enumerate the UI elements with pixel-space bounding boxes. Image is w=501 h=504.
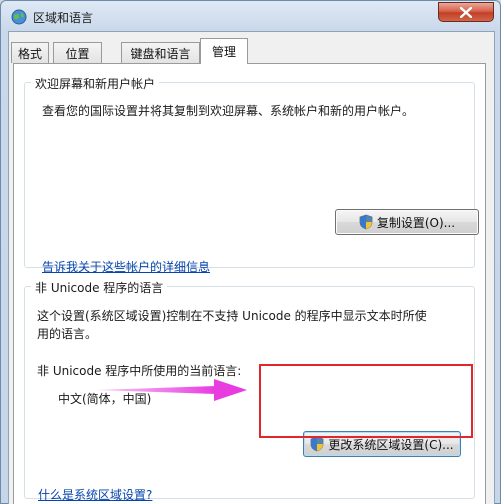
shield-icon (311, 436, 324, 452)
welcome-group: 欢迎屏幕和新用户帐户 查看您的国际设置并将其复制到欢迎屏幕、系统帐户和新的用户帐… (24, 75, 479, 274)
tab-administrative[interactable]: 管理 (200, 38, 248, 64)
welcome-description: 查看您的国际设置并将其复制到欢迎屏幕、系统帐户和新的用户帐户。 (42, 104, 415, 118)
tab-keyboard-language[interactable]: 键盘和语言 (121, 42, 200, 63)
non-unicode-description-line1: 这个设置(系统区域设置)控制在不支持 Unicode 的程序中显示文本时所使 (37, 309, 427, 323)
change-system-locale-label: 更改系统区域设置(C)... (328, 437, 454, 452)
magenta-arrow-annotation (96, 379, 247, 401)
copy-settings-label: 复制设置(O)... (376, 215, 456, 230)
title-bar[interactable]: 区域和语言 (1, 1, 501, 31)
non-unicode-group-legend: 非 Unicode 程序的语言 (31, 279, 168, 296)
copy-settings-button[interactable]: 复制设置(O)... (335, 209, 479, 235)
what-is-system-locale-link[interactable]: 什么是系统区域设置? (38, 486, 152, 503)
close-button[interactable] (438, 2, 494, 22)
tab-format[interactable]: 格式 (11, 42, 49, 63)
shield-icon (359, 214, 373, 230)
close-icon (460, 6, 472, 18)
globe-icon (11, 9, 27, 25)
tab-location[interactable]: 位置 (53, 42, 102, 63)
non-unicode-description-line2: 用的语言。 (37, 327, 98, 341)
accounts-details-link[interactable]: 告诉我关于这些帐户的详细信息 (42, 258, 210, 275)
window-title: 区域和语言 (33, 11, 94, 25)
welcome-group-legend: 欢迎屏幕和新用户帐户 (31, 75, 160, 92)
red-highlight-box (259, 364, 473, 438)
